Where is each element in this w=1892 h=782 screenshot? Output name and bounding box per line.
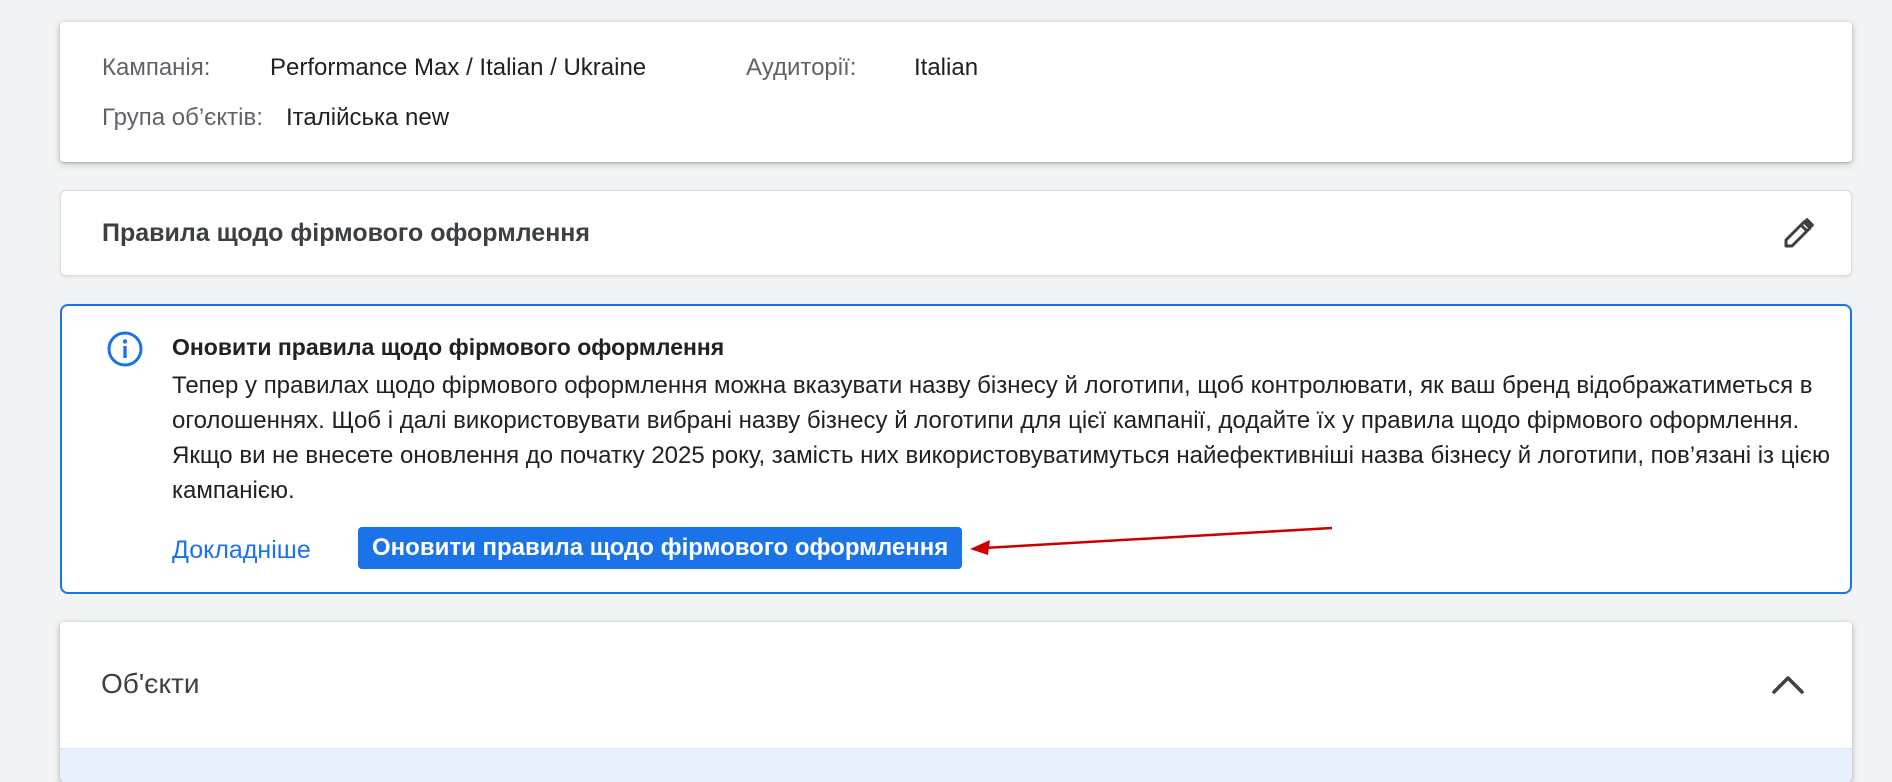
brand-guidelines-title: Правила щодо фірмового оформлення <box>102 219 590 247</box>
assets-table-header <box>60 748 1852 782</box>
update-guidelines-button[interactable]: Оновити правила щодо фірмового оформленн… <box>358 527 963 569</box>
assets-section-card: Об'єкти <box>60 622 1852 782</box>
pencil-icon[interactable] <box>1781 215 1817 251</box>
campaign-label: Кампанія: <box>102 54 211 81</box>
brand-guidelines-card: Правила щодо фірмового оформлення <box>60 190 1852 276</box>
learn-more-link[interactable]: Докладніше <box>172 536 311 565</box>
banner-title: Оновити правила щодо фірмового оформленн… <box>172 334 725 360</box>
asset-group-value: Італійська new <box>286 104 450 131</box>
chevron-up-icon[interactable] <box>1770 670 1806 698</box>
campaign-summary-card: Кампанія: Performance Max / Italian / Uk… <box>60 22 1852 162</box>
audience-label: Аудиторії: <box>746 54 857 81</box>
banner-body-text: Тепер у правилах щодо фірмового оформлен… <box>172 372 1831 504</box>
audience-value: Italian <box>914 54 979 81</box>
asset-group-label: Група об’єктів: <box>102 104 263 131</box>
assets-section-title: Об'єкти <box>101 668 200 699</box>
update-guidelines-banner: Оновити правила щодо фірмового оформленн… <box>60 304 1852 594</box>
campaign-value: Performance Max / Italian / Ukraine <box>270 54 647 81</box>
info-icon <box>106 330 144 368</box>
